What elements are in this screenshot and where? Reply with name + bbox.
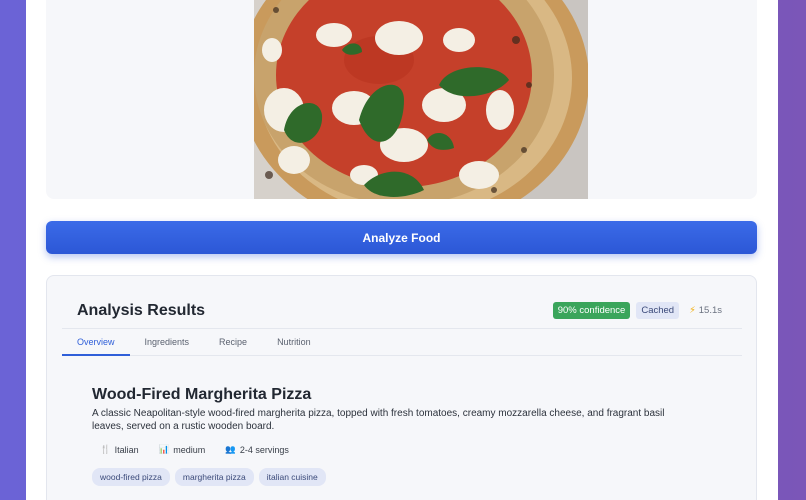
- analysis-results-card: Analysis Results 90% confidence Cached ⚡…: [46, 275, 757, 500]
- cached-badge: Cached: [636, 302, 680, 319]
- confidence-badge: 90% confidence: [552, 302, 631, 319]
- cuisine-meta: 🍴 Italian: [100, 444, 139, 455]
- tag-chip[interactable]: wood-fired pizza: [92, 468, 170, 486]
- utensils-icon: 🍴: [100, 444, 111, 454]
- bar-chart-icon: 📊: [158, 444, 170, 454]
- main-panel: Analyze Food Analysis Results 90% confid…: [26, 0, 778, 500]
- difficulty-meta: 📊 medium: [159, 444, 206, 455]
- tab-recipe[interactable]: Recipe: [204, 329, 262, 356]
- image-preview-panel: [46, 0, 757, 199]
- tab-overview[interactable]: Overview: [62, 329, 130, 356]
- dish-description: A classic Neapolitan-style wood-fired ma…: [92, 408, 665, 432]
- people-icon: 👥: [225, 444, 236, 454]
- dish-meta: 🍴 Italian 📊 medium 👥 2-4 servings: [100, 444, 289, 455]
- dish-tags: wood-fired pizza margherita pizza italia…: [92, 468, 326, 486]
- analyze-food-button[interactable]: Analyze Food: [46, 221, 757, 254]
- tab-ingredients[interactable]: Ingredients: [130, 329, 205, 356]
- timing-indicator: ⚡ 15.1s: [689, 305, 722, 316]
- tag-chip[interactable]: margherita pizza: [174, 468, 254, 486]
- tag-chip[interactable]: italian cuisine: [258, 468, 326, 486]
- dish-name: Wood-Fired Margherita Pizza: [92, 386, 312, 403]
- difficulty-value: medium: [173, 444, 206, 455]
- cuisine-value: Italian: [114, 444, 139, 455]
- servings-value: 2-4 servings: [239, 444, 289, 455]
- results-badges: 90% confidence Cached ⚡ 15.1s: [552, 302, 722, 319]
- timing-value: 15.1s: [698, 305, 722, 316]
- food-photo: [254, 0, 588, 199]
- servings-meta: 👥 2-4 servings: [225, 444, 289, 455]
- results-title: Analysis Results: [77, 302, 206, 319]
- tab-nutrition[interactable]: Nutrition: [262, 329, 326, 356]
- results-tabs: Overview Ingredients Recipe Nutrition: [62, 328, 742, 356]
- lightning-bolt-icon: ⚡: [689, 305, 696, 316]
